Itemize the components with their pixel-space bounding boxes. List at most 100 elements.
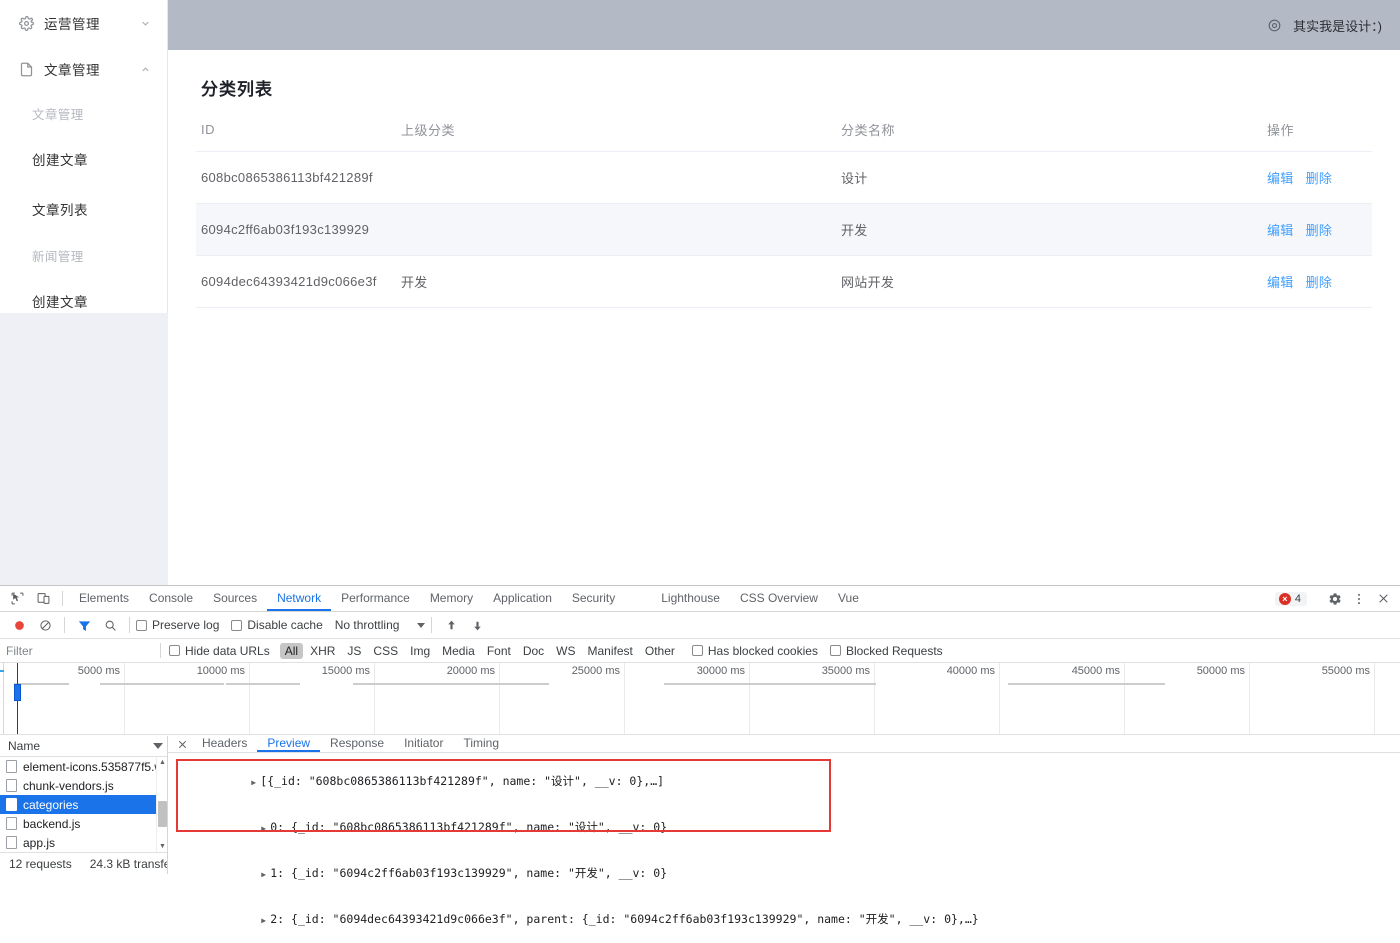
preserve-log-label: Preserve log	[152, 618, 220, 632]
blocked-requests-label: Blocked Requests	[845, 643, 943, 658]
expand-triangle-icon[interactable]: ▶	[251, 775, 260, 790]
error-count-badge[interactable]: × 4	[1274, 591, 1307, 606]
delete-link[interactable]: 删除	[1306, 223, 1333, 238]
filter-type-manifest[interactable]: Manifest	[583, 643, 638, 659]
tab-console[interactable]: Console	[139, 586, 203, 611]
import-arrow-icon[interactable]	[438, 614, 464, 636]
json-item-line[interactable]: ▶ 0: {_id: "608bc0865386113bf421289f", na…	[176, 805, 1400, 851]
filter-type-other[interactable]: Other	[640, 643, 680, 659]
edit-link[interactable]: 编辑	[1267, 275, 1294, 290]
filter-type-js[interactable]: JS	[342, 643, 366, 659]
scrollbar-thumb[interactable]	[158, 801, 167, 827]
category-table: ID 上级分类 分类名称 操作 608bc0865386113bf421289f…	[196, 112, 1372, 308]
sidebar-group-articles[interactable]: 文章管理	[0, 46, 167, 92]
throttling-value: No throttling	[334, 618, 400, 632]
close-icon[interactable]	[1372, 589, 1394, 609]
list-item[interactable]: element-icons.535877f5.w…	[0, 757, 167, 776]
tab-headers[interactable]: Headers	[192, 736, 257, 752]
clear-icon[interactable]	[32, 614, 58, 636]
device-toolbar-icon[interactable]	[30, 586, 56, 611]
edit-link[interactable]: 编辑	[1267, 223, 1294, 238]
tab-preview[interactable]: Preview	[257, 736, 321, 752]
table-row: 608bc0865386113bf421289f 设计 编辑 删除	[196, 151, 1372, 204]
transferred-size: 24.3 kB transferr	[89, 856, 167, 871]
filter-input[interactable]	[6, 643, 156, 658]
request-list[interactable]: element-icons.535877f5.w… chunk-vendors.…	[0, 757, 167, 852]
list-item[interactable]: chunk-vendors.js	[0, 776, 167, 795]
overview-request-band	[1101, 683, 1165, 685]
filter-type-font[interactable]: Font	[482, 643, 516, 659]
tab-application[interactable]: Application	[483, 586, 562, 611]
request-list-header[interactable]: Name	[0, 736, 167, 757]
hide-data-urls-checkbox[interactable]: Hide data URLs	[169, 644, 270, 658]
blocked-requests-checkbox[interactable]: Blocked Requests	[829, 643, 943, 658]
preserve-log-checkbox[interactable]: Preserve log	[136, 618, 219, 632]
tab-elements[interactable]: Elements	[69, 586, 139, 611]
overview-tick-label: 5000 ms	[77, 665, 120, 677]
scroll-up-icon[interactable]: ▲	[157, 757, 167, 768]
tab-lighthouse[interactable]: Lighthouse	[651, 586, 730, 611]
tab-network[interactable]: Network	[267, 586, 332, 611]
overview-selection-handle[interactable]	[14, 684, 21, 701]
tab-vue[interactable]: Vue	[828, 586, 869, 611]
inspect-icon[interactable]	[4, 586, 30, 611]
file-icon	[6, 798, 17, 811]
request-list-scrollbar[interactable]: ▲ ▼	[156, 757, 167, 852]
scroll-down-icon[interactable]: ▼	[157, 841, 167, 852]
tab-timing[interactable]: Timing	[453, 736, 509, 752]
sidebar-item-create-article-1[interactable]: 创建文章	[0, 134, 167, 184]
list-item-selected[interactable]: categories	[0, 795, 167, 814]
sidebar-subtitle-news-mgmt: 新闻管理	[32, 249, 84, 264]
cell-id: 6094c2ff6ab03f193c139929	[196, 203, 396, 256]
json-item-line[interactable]: ▶ 2: {_id: "6094dec64393421d9c066e3f", pa…	[176, 897, 1400, 943]
tab-css-overview[interactable]: CSS Overview	[730, 586, 828, 611]
record-stop-icon[interactable]	[6, 614, 32, 636]
sidebar-group-operations[interactable]: 运营管理	[0, 0, 167, 46]
expand-triangle-icon[interactable]: ▶	[261, 867, 270, 882]
list-item[interactable]: backend.js	[0, 814, 167, 833]
gear-icon[interactable]	[1267, 18, 1282, 33]
overview-tick-label: 45000 ms	[1071, 665, 1120, 677]
application-root: 运营管理 文章管理 文章管理 创建文章 文章列表 新闻管理 创建文章 文章列表	[0, 0, 1400, 585]
tab-security[interactable]: Security	[562, 586, 625, 611]
close-icon[interactable]	[172, 736, 192, 752]
filter-type-ws[interactable]: WS	[551, 643, 580, 659]
expand-triangle-icon[interactable]: ▶	[261, 821, 270, 836]
tab-performance[interactable]: Performance	[331, 586, 420, 611]
filter-type-img[interactable]: Img	[405, 643, 435, 659]
tab-sources[interactable]: Sources	[203, 586, 267, 611]
delete-link[interactable]: 删除	[1306, 171, 1333, 186]
tab-initiator[interactable]: Initiator	[394, 736, 453, 752]
filter-type-doc[interactable]: Doc	[518, 643, 549, 659]
kebab-menu-icon[interactable]	[1348, 589, 1370, 609]
tab-response[interactable]: Response	[320, 736, 394, 752]
edit-link[interactable]: 编辑	[1267, 171, 1294, 186]
column-header-name: 分类名称	[836, 112, 1262, 152]
divider	[62, 591, 63, 606]
network-overview-timeline[interactable]: 5000 ms 10000 ms 15000 ms 20000 ms 25000…	[0, 663, 1400, 735]
json-root-line[interactable]: ▶ [{_id: "608bc0865386113bf421289f", name…	[176, 759, 1400, 805]
gear-icon[interactable]	[1324, 589, 1346, 609]
filter-type-xhr[interactable]: XHR	[305, 643, 340, 659]
filter-type-all[interactable]: All	[279, 642, 304, 659]
funnel-icon[interactable]	[71, 614, 97, 636]
disable-cache-checkbox[interactable]: Disable cache	[231, 618, 323, 632]
checkbox-box	[829, 645, 841, 656]
sidebar-item-article-list-1[interactable]: 文章列表	[0, 184, 167, 234]
json-item-line[interactable]: ▶ 1: {_id: "6094c2ff6ab03f193c139929", na…	[176, 851, 1400, 897]
throttling-select[interactable]: No throttling	[335, 618, 426, 632]
header-user-area[interactable]: 其实我是设计：)	[1267, 16, 1382, 35]
tab-memory[interactable]: Memory	[420, 586, 483, 611]
search-icon[interactable]	[97, 614, 123, 636]
list-item[interactable]: app.js	[0, 833, 167, 852]
disable-cache-label: Disable cache	[247, 618, 323, 632]
chevron-down-icon	[139, 17, 151, 29]
json-text: [{_id: "608bc0865386113bf421289f", name:…	[260, 774, 665, 788]
filter-type-media[interactable]: Media	[437, 643, 480, 659]
filter-type-css[interactable]: CSS	[368, 643, 403, 659]
delete-link[interactable]: 删除	[1306, 275, 1333, 290]
export-arrow-icon[interactable]	[464, 614, 490, 636]
has-blocked-cookies-checkbox[interactable]: Has blocked cookies	[691, 644, 818, 658]
sidebar-item-create-article-2[interactable]: 创建文章	[0, 276, 167, 313]
expand-triangle-icon[interactable]: ▶	[261, 913, 270, 928]
